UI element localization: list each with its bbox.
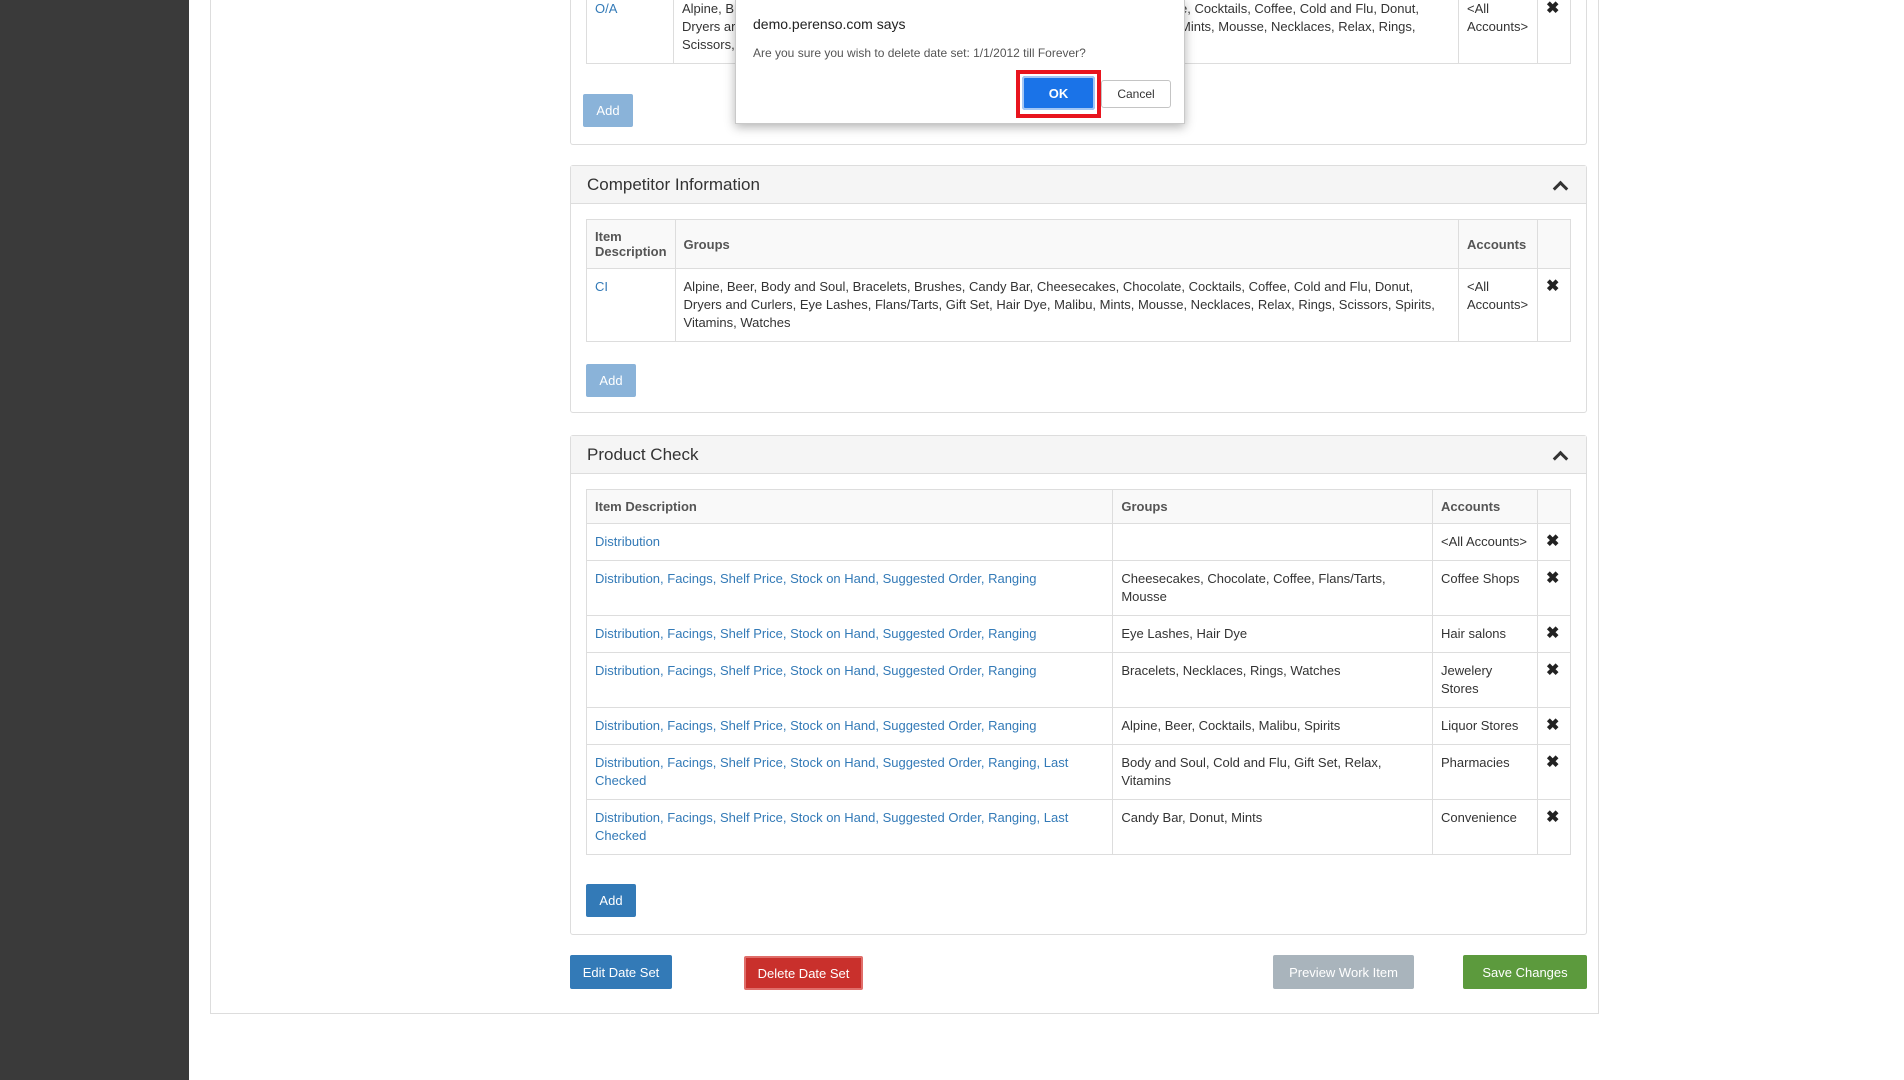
panel-title: Competitor Information <box>587 174 760 194</box>
dialog-message: Are you sure you wish to delete date set… <box>753 46 1086 60</box>
add-button[interactable]: Add <box>586 364 636 397</box>
groups-text-left: Dryers ar <box>682 19 736 34</box>
dialog-title: demo.perenso.com says <box>753 16 906 32</box>
item-link[interactable]: Distribution, Facings, Shelf Price, Stoc… <box>595 626 1037 641</box>
groups-cell: Cheesecakes, Chocolate, Coffee, Flans/Ta… <box>1112 560 1434 616</box>
delete-row-icon[interactable]: ✖ <box>1536 707 1572 745</box>
column-header-item: Item Description <box>585 489 1114 524</box>
item-link[interactable]: CI <box>595 279 608 294</box>
item-cell[interactable]: Distribution, Facings, Shelf Price, Stoc… <box>585 652 1114 708</box>
table-row: Distribution, Facings, Shelf Price, Stoc… <box>585 799 1572 855</box>
table-row: Distribution, Facings, Shelf Price, Stoc… <box>585 560 1572 616</box>
item-link[interactable]: O/A <box>595 1 617 16</box>
add-button[interactable]: Add <box>586 884 636 917</box>
product-check-table: Item Description Groups Accounts Distrib… <box>585 489 1572 855</box>
edit-date-set-button[interactable]: Edit Date Set <box>570 955 672 989</box>
table-row: Distribution, Facings, Shelf Price, Stoc… <box>585 615 1572 653</box>
delete-row-icon[interactable]: ✖ <box>1536 615 1572 653</box>
groups-cell: Candy Bar, Donut, Mints <box>1112 799 1434 855</box>
panel-heading[interactable]: Competitor Information <box>571 166 1586 204</box>
item-cell[interactable]: O/A <box>586 0 674 64</box>
competitor-table: Item Description Groups Accounts CI Alpi… <box>586 219 1571 342</box>
item-link[interactable]: Distribution, Facings, Shelf Price, Stoc… <box>595 755 1068 788</box>
accounts-cell: Convenience <box>1432 799 1538 855</box>
accounts-cell: Hair salons <box>1432 615 1538 653</box>
table-row: Distribution <All Accounts> ✖ <box>585 523 1572 561</box>
groups-cell <box>1112 523 1434 561</box>
confirm-dialog: demo.perenso.com says Are you sure you w… <box>735 0 1185 124</box>
collapse-chevron-up-icon[interactable] <box>1552 450 1569 466</box>
accounts-cell: Pharmacies <box>1432 744 1538 800</box>
table-row: CI Alpine, Beer, Body and Soul, Bracelet… <box>586 268 1571 342</box>
delete-date-set-button[interactable]: Delete Date Set <box>744 956 863 990</box>
item-cell[interactable]: Distribution, Facings, Shelf Price, Stoc… <box>585 799 1114 855</box>
preview-work-item-button[interactable]: Preview Work Item <box>1273 955 1414 989</box>
item-link[interactable]: Distribution, Facings, Shelf Price, Stoc… <box>595 810 1068 843</box>
column-header-groups: Groups <box>1112 489 1434 524</box>
groups-cell: Bracelets, Necklaces, Rings, Watches <box>1112 652 1434 708</box>
table-header-row: Item Description Groups Accounts <box>586 219 1571 269</box>
delete-row-icon[interactable]: ✖ <box>1536 799 1572 855</box>
delete-row-icon[interactable]: ✖ <box>1536 523 1572 561</box>
delete-row-icon[interactable]: ✖ <box>1536 560 1572 616</box>
groups-cell: Body and Soul, Cold and Flu, Gift Set, R… <box>1112 744 1434 800</box>
accounts-cell: Coffee Shops <box>1432 560 1538 616</box>
delete-row-icon[interactable]: ✖ <box>1537 0 1571 64</box>
groups-text-left: Scissors, <box>682 37 735 52</box>
groups-text-right: Mints, Mousse, Necklaces, Relax, Rings, <box>1180 19 1416 34</box>
accounts-cell: <All Accounts> <box>1458 268 1538 342</box>
column-header-actions <box>1536 489 1572 524</box>
groups-text-left: Alpine, B <box>682 1 735 16</box>
left-sidebar <box>0 0 189 1080</box>
item-cell[interactable]: Distribution, Facings, Shelf Price, Stoc… <box>585 560 1114 616</box>
delete-row-icon[interactable]: ✖ <box>1537 268 1571 342</box>
table-row: Distribution, Facings, Shelf Price, Stoc… <box>585 652 1572 708</box>
column-header-accounts: Accounts <box>1432 489 1538 524</box>
column-header-item: Item Description <box>586 219 676 269</box>
add-button[interactable]: Add <box>583 94 633 127</box>
ok-button[interactable]: OK <box>1022 76 1095 110</box>
accounts-cell: Liquor Stores <box>1432 707 1538 745</box>
accounts-cell: <All Accounts> <box>1458 0 1538 64</box>
cancel-button[interactable]: Cancel <box>1101 80 1171 108</box>
table-row: Distribution, Facings, Shelf Price, Stoc… <box>585 707 1572 745</box>
groups-cell: Alpine, Beer, Body and Soul, Bracelets, … <box>674 268 1460 342</box>
item-cell[interactable]: CI <box>586 268 676 342</box>
delete-row-icon[interactable]: ✖ <box>1536 744 1572 800</box>
accounts-cell: <All Accounts> <box>1432 523 1538 561</box>
groups-text-right: e, Cocktails, Coffee, Cold and Flu, Donu… <box>1180 1 1419 16</box>
item-cell[interactable]: Distribution, Facings, Shelf Price, Stoc… <box>585 707 1114 745</box>
table-header-row: Item Description Groups Accounts <box>585 489 1572 524</box>
table-row: Distribution, Facings, Shelf Price, Stoc… <box>585 744 1572 800</box>
item-link[interactable]: Distribution, Facings, Shelf Price, Stoc… <box>595 718 1037 733</box>
item-cell[interactable]: Distribution, Facings, Shelf Price, Stoc… <box>585 744 1114 800</box>
item-cell[interactable]: Distribution, Facings, Shelf Price, Stoc… <box>585 615 1114 653</box>
delete-row-icon[interactable]: ✖ <box>1536 652 1572 708</box>
accounts-cell: Jewelery Stores <box>1432 652 1538 708</box>
save-changes-button[interactable]: Save Changes <box>1463 955 1587 989</box>
column-header-actions <box>1537 219 1571 269</box>
competitor-information-panel: Competitor Information Item Description … <box>570 165 1587 413</box>
column-header-accounts: Accounts <box>1458 219 1538 269</box>
product-check-panel: Product Check Item Description Groups Ac… <box>570 435 1587 935</box>
item-cell[interactable]: Distribution <box>585 523 1114 561</box>
groups-cell: Alpine, Beer, Cocktails, Malibu, Spirits <box>1112 707 1434 745</box>
item-link[interactable]: Distribution, Facings, Shelf Price, Stoc… <box>595 663 1037 678</box>
collapse-chevron-up-icon[interactable] <box>1552 180 1569 196</box>
panel-heading[interactable]: Product Check <box>571 436 1586 474</box>
panel-title: Product Check <box>587 444 699 464</box>
groups-cell: Eye Lashes, Hair Dye <box>1112 615 1434 653</box>
column-header-groups: Groups <box>674 219 1460 269</box>
item-link[interactable]: Distribution <box>595 534 660 549</box>
item-link[interactable]: Distribution, Facings, Shelf Price, Stoc… <box>595 571 1037 586</box>
